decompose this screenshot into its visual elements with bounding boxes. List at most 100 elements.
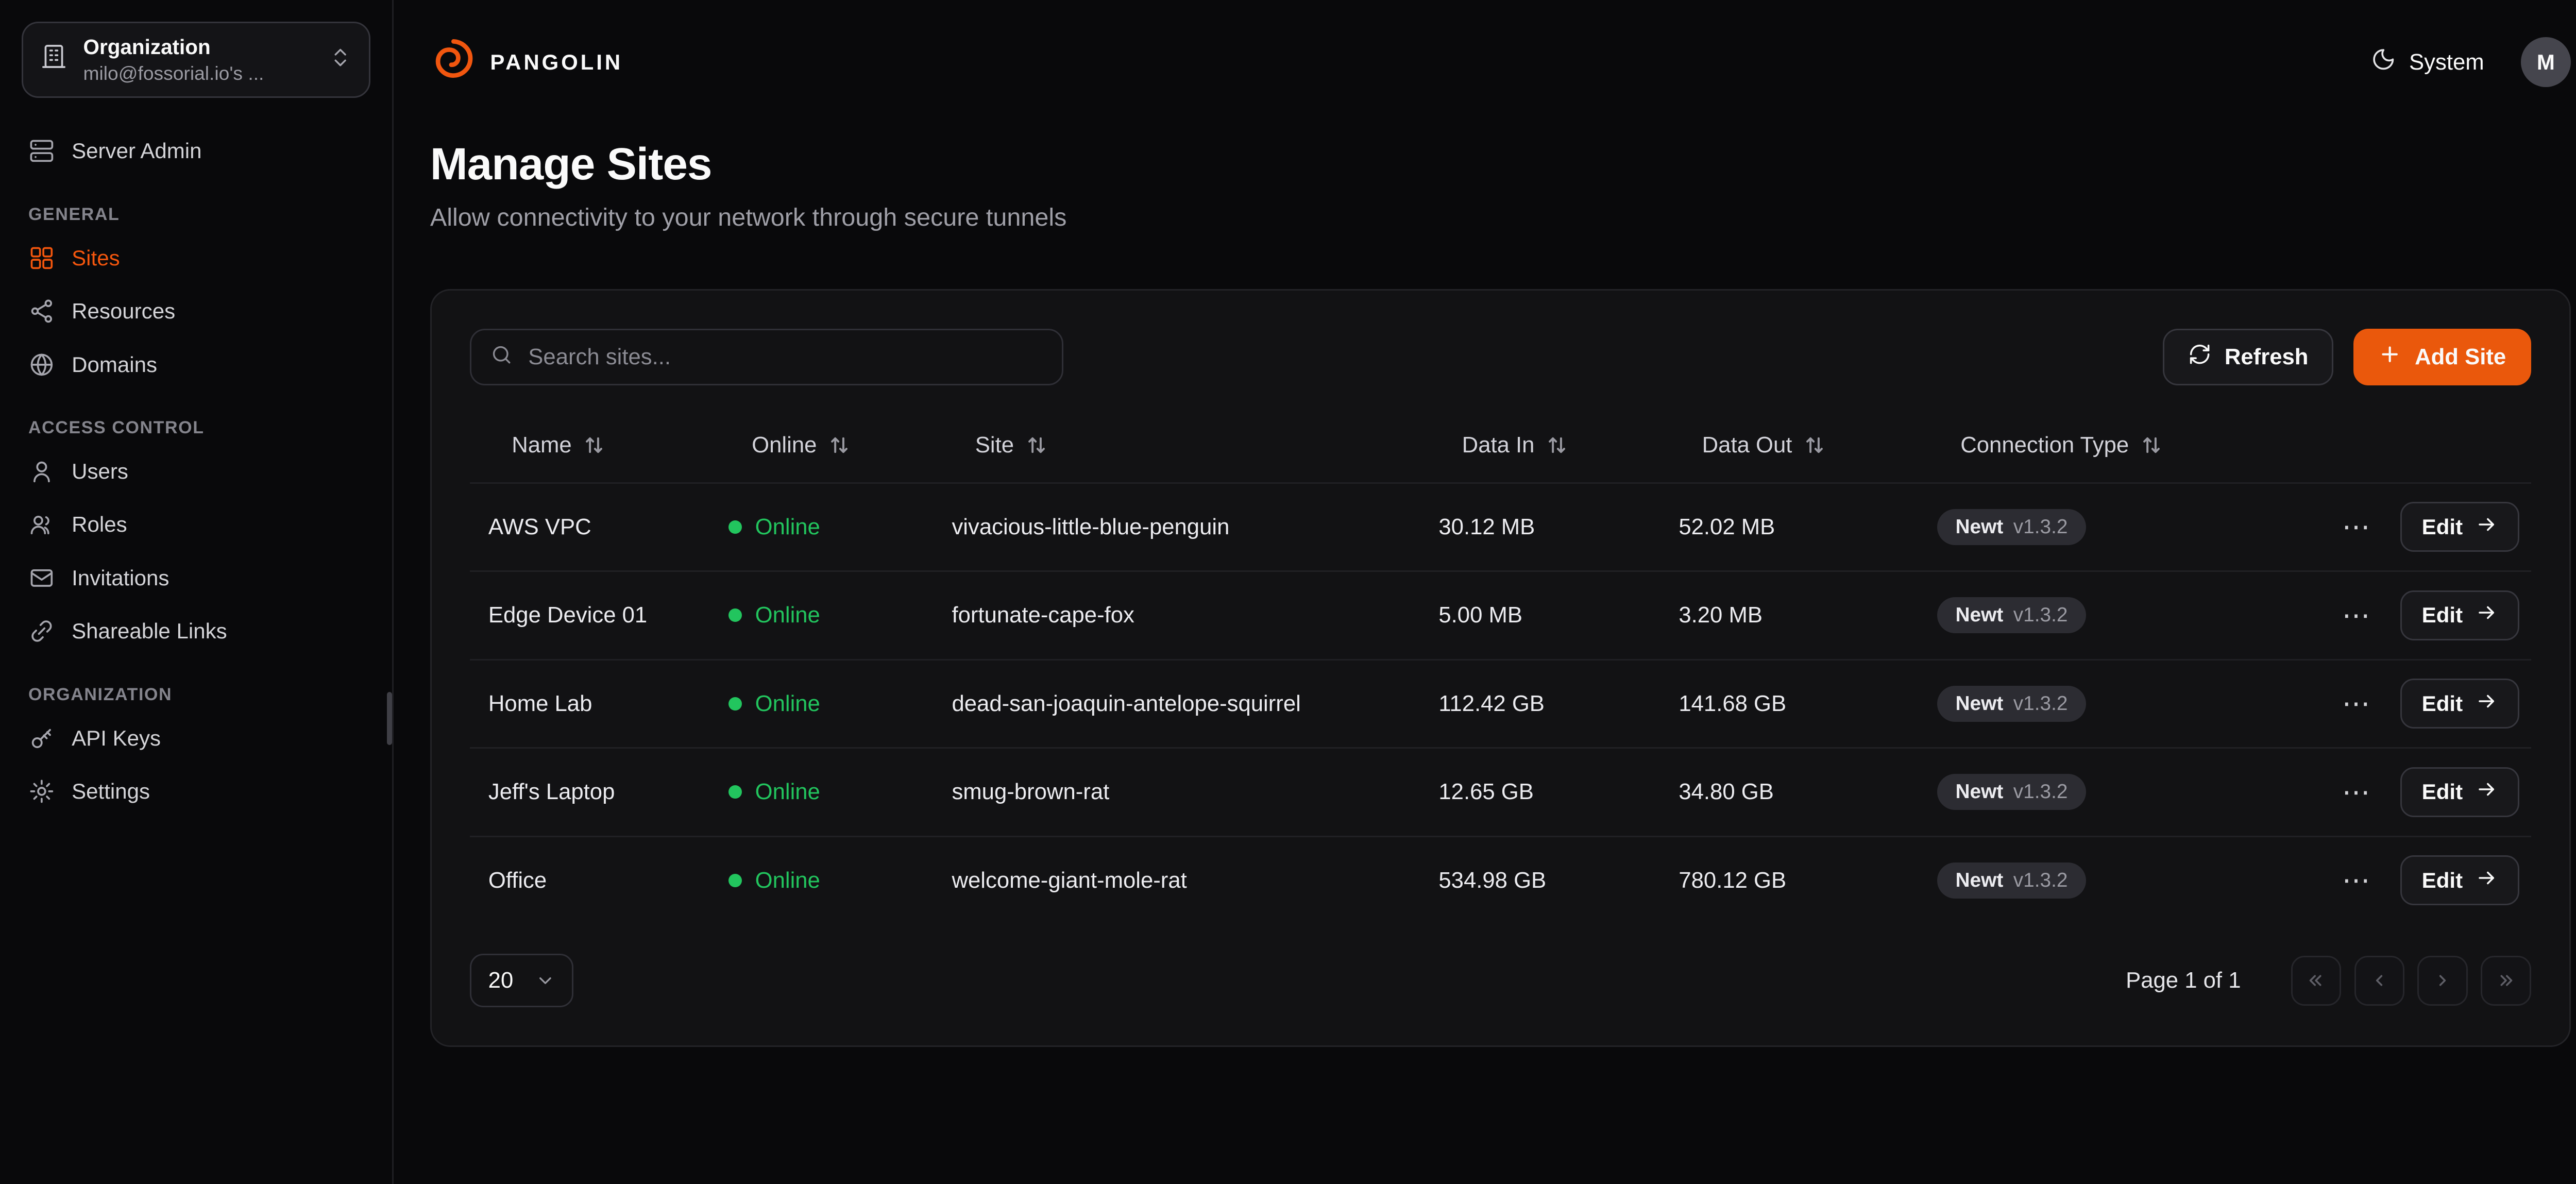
sidebar-item-label: Resources — [72, 299, 175, 324]
table-header-row: Name Online Site Data In — [470, 409, 2531, 482]
online-dot-icon — [728, 785, 742, 799]
arrow-right-icon — [2476, 602, 2498, 629]
data-in-value: 5.00 MB — [1420, 602, 1660, 628]
arrow-right-icon — [2476, 690, 2498, 717]
gear-icon — [28, 778, 55, 805]
sidebar-item-label: API Keys — [72, 726, 161, 751]
status-cell: Online — [710, 514, 934, 540]
table-row: Home Lab Online dead-san-joaquin-antelop… — [470, 659, 2531, 748]
column-header-connection-type[interactable]: Connection Type — [1919, 432, 2335, 458]
sidebar-item-label: Server Admin — [72, 139, 201, 163]
ellipsis-icon: ⋯ — [2342, 776, 2370, 808]
connection-type-cell: Newtv1.3.2 — [1919, 509, 2335, 545]
row-menu-button[interactable]: ⋯ — [2335, 774, 2377, 809]
sidebar-item-settings[interactable]: Settings — [0, 765, 392, 818]
connection-type-cell: Newtv1.3.2 — [1919, 597, 2335, 633]
table-footer: 20 Page 1 of 1 — [470, 954, 2531, 1007]
users-icon — [28, 511, 55, 538]
data-out-value: 141.68 GB — [1660, 691, 1919, 717]
connection-type-badge: Newtv1.3.2 — [1937, 862, 2086, 899]
chevron-down-icon — [535, 971, 555, 991]
search-box — [470, 329, 1063, 385]
page-title: Manage Sites — [430, 138, 2571, 190]
brand[interactable]: PANGOLIN — [430, 37, 623, 88]
site-id: welcome-giant-mole-rat — [934, 868, 1420, 893]
status-cell: Online — [710, 691, 934, 717]
sidebar: Organization milo@fossorial.io's ... Ser… — [0, 0, 394, 1184]
data-out-value: 3.20 MB — [1660, 602, 1919, 628]
previous-page-button[interactable] — [2354, 956, 2404, 1006]
org-selector[interactable]: Organization milo@fossorial.io's ... — [22, 22, 370, 98]
org-title: Organization — [83, 35, 314, 59]
last-page-button[interactable] — [2481, 956, 2531, 1006]
avatar[interactable]: M — [2521, 37, 2571, 87]
app-window: Organization milo@fossorial.io's ... Ser… — [0, 0, 2576, 1184]
row-menu-button[interactable]: ⋯ — [2335, 686, 2377, 721]
next-page-button[interactable] — [2417, 956, 2467, 1006]
page-size-select[interactable]: 20 — [470, 954, 573, 1007]
sidebar-item-label: Settings — [72, 779, 150, 804]
add-site-button[interactable]: Add Site — [2353, 329, 2531, 385]
connection-version: v1.3.2 — [2013, 781, 2068, 803]
row-menu-button[interactable]: ⋯ — [2335, 510, 2377, 545]
sidebar-item-shareable-links[interactable]: Shareable Links — [0, 605, 392, 658]
sidebar-item-invitations[interactable]: Invitations — [0, 551, 392, 605]
sidebar-item-domains[interactable]: Domains — [0, 338, 392, 392]
sidebar-item-users[interactable]: Users — [0, 445, 392, 498]
refresh-button[interactable]: Refresh — [2163, 329, 2333, 385]
sidebar-item-api-keys[interactable]: API Keys — [0, 712, 392, 765]
arrow-right-icon — [2476, 514, 2498, 540]
row-actions: ⋯ Edit — [2335, 855, 2531, 905]
search-input[interactable] — [528, 344, 1043, 370]
edit-button[interactable]: Edit — [2400, 855, 2519, 905]
sidebar-scrollbar-thumb[interactable] — [387, 692, 392, 746]
table-row: Office Online welcome-giant-mole-rat 534… — [470, 836, 2531, 924]
status-text: Online — [755, 868, 820, 893]
link-icon — [28, 618, 55, 645]
column-header-data-out[interactable]: Data Out — [1660, 432, 1919, 458]
connection-name: Newt — [1956, 516, 2004, 538]
edit-button[interactable]: Edit — [2400, 590, 2519, 640]
chevron-right-icon — [2432, 970, 2453, 991]
connection-type-cell: Newtv1.3.2 — [1919, 774, 2335, 810]
sidebar-item-label: Roles — [72, 512, 127, 537]
sidebar-item-server-admin[interactable]: Server Admin — [0, 125, 392, 178]
sort-icon — [2141, 434, 2162, 456]
user-icon — [28, 458, 55, 485]
column-header-data-in[interactable]: Data In — [1420, 432, 1660, 458]
edit-button[interactable]: Edit — [2400, 767, 2519, 817]
sidebar-item-resources[interactable]: Resources — [0, 284, 392, 338]
row-menu-button[interactable]: ⋯ — [2335, 598, 2377, 633]
brand-name: PANGOLIN — [490, 50, 623, 75]
connection-type-badge: Newtv1.3.2 — [1937, 509, 2086, 545]
site-id: vivacious-little-blue-penguin — [934, 514, 1420, 540]
toolbar-actions: Refresh Add Site — [2163, 329, 2531, 385]
add-site-label: Add Site — [2415, 344, 2506, 370]
data-in-value: 30.12 MB — [1420, 514, 1660, 540]
ellipsis-icon: ⋯ — [2342, 687, 2370, 719]
theme-label: System — [2409, 49, 2484, 75]
status-text: Online — [755, 779, 820, 805]
theme-toggle-button[interactable]: System — [2371, 47, 2484, 78]
sidebar-item-sites[interactable]: Sites — [0, 231, 392, 285]
status-text: Online — [755, 514, 820, 540]
row-menu-button[interactable]: ⋯ — [2335, 863, 2377, 898]
nodes-icon — [28, 298, 55, 325]
main-area: PANGOLIN System M Manage Sites Allow con… — [394, 0, 2576, 1184]
data-in-value: 112.42 GB — [1420, 691, 1660, 717]
search-icon — [490, 342, 513, 373]
chevrons-right-icon — [2495, 970, 2517, 991]
column-header-online[interactable]: Online — [710, 432, 934, 458]
edit-button[interactable]: Edit — [2400, 502, 2519, 552]
refresh-icon — [2188, 343, 2211, 371]
edit-button[interactable]: Edit — [2400, 679, 2519, 729]
first-page-button[interactable] — [2291, 956, 2341, 1006]
connection-type-cell: Newtv1.3.2 — [1919, 686, 2335, 722]
data-out-value: 780.12 GB — [1660, 868, 1919, 893]
key-icon — [28, 725, 55, 752]
online-dot-icon — [728, 874, 742, 887]
column-header-name[interactable]: Name — [470, 432, 710, 458]
ellipsis-icon: ⋯ — [2342, 511, 2370, 543]
sidebar-item-roles[interactable]: Roles — [0, 498, 392, 552]
column-header-site[interactable]: Site — [934, 432, 1420, 458]
